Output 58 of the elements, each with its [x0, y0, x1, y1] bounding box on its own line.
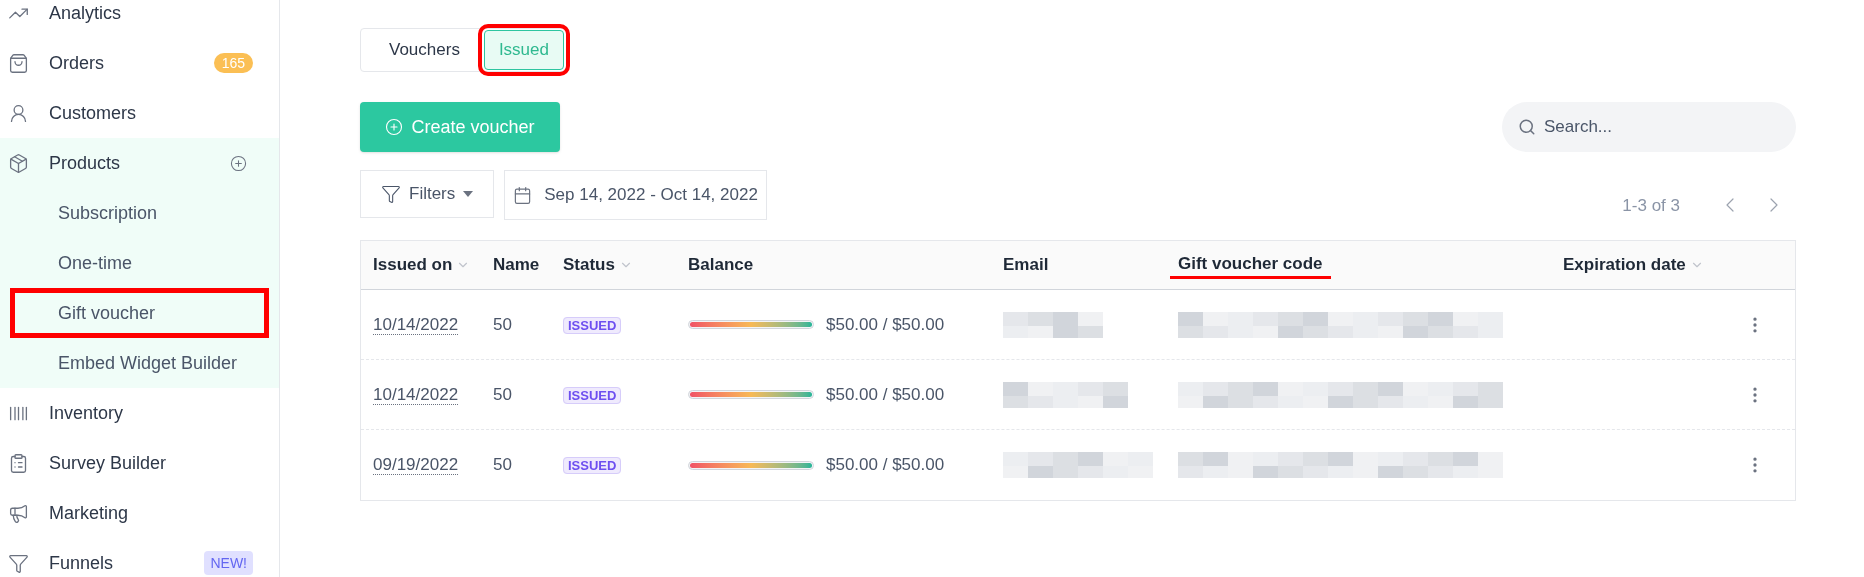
column-header: Name — [493, 254, 540, 277]
table-cell-text: $50.00 / $50.00 — [826, 313, 945, 336]
sidebar-item[interactable]: Survey Builder — [0, 438, 279, 488]
tab[interactable]: Vouchers — [375, 30, 474, 70]
sidebar-item[interactable]: Products — [0, 138, 279, 188]
table-cell: 10/14/2022 — [373, 384, 459, 405]
status-badge: ISSUED — [563, 316, 622, 334]
add-icon — [385, 118, 404, 136]
column-header: Gift voucher code — [1170, 250, 1331, 280]
sidebar-item[interactable]: Analytics — [0, 0, 279, 38]
sidebar-label: Marketing — [49, 501, 130, 525]
sidebar-item[interactable]: Customers — [0, 88, 279, 138]
column-header[interactable]: Status — [563, 252, 633, 278]
table-cell: 50 — [493, 314, 512, 334]
funnel-icon — [8, 552, 29, 574]
sidebar-label: Products — [49, 151, 122, 175]
bag-icon — [8, 52, 29, 74]
column-header: Email — [1003, 254, 1049, 277]
table-cell: 50 — [493, 384, 512, 404]
box-icon — [8, 152, 29, 174]
count-badge: 165 — [213, 53, 253, 73]
sidebar-subitem[interactable]: Embed Widget Builder — [10, 338, 269, 388]
sidebar-item[interactable]: Orders 165 — [0, 38, 279, 88]
status-badge: ISSUED — [563, 457, 622, 474]
caret-icon — [463, 191, 474, 197]
megaphone-icon — [8, 502, 29, 524]
sidebar-item[interactable]: Funnels NEW! — [0, 538, 279, 577]
sidebar-label: Customers — [49, 101, 138, 125]
form-icon — [8, 452, 29, 474]
table-cell-text: $50.00 / $50.00 — [826, 383, 945, 406]
filters-button[interactable]: Filters — [360, 170, 495, 218]
table-cell: 10/14/2022 — [373, 314, 459, 335]
column-header: Balance — [688, 254, 754, 277]
table-cell: 09/19/2022 — [373, 455, 459, 476]
pagination-text: 1-3 of 3 — [1622, 194, 1680, 217]
search-field[interactable]: Search... — [1502, 102, 1796, 152]
funnel-icon — [381, 184, 401, 204]
add-icon[interactable] — [230, 154, 247, 172]
sidebar-label: Inventory — [49, 401, 125, 425]
search-icon — [1518, 118, 1536, 136]
table-cell-text: $50.00 / $50.00 — [826, 454, 945, 477]
sidebar-item[interactable]: Marketing — [0, 488, 279, 538]
sidebar-label: Survey Builder — [49, 451, 168, 475]
sidebar-subitem[interactable]: One-time — [10, 238, 269, 288]
status-badge: ISSUED — [563, 386, 622, 404]
column-header[interactable]: Expiration date — [1563, 252, 1704, 278]
new-badge: NEW! — [204, 551, 253, 575]
table-cell: 50 — [493, 455, 512, 475]
sidebar-label: Orders — [49, 51, 105, 75]
sidebar-label: Analytics — [49, 1, 123, 25]
calendar-icon — [513, 185, 533, 205]
sidebar-subitem[interactable]: Subscription — [10, 188, 269, 238]
person-icon — [8, 102, 29, 124]
column-header[interactable]: Issued on — [373, 252, 471, 278]
sidebar-item[interactable]: Inventory — [0, 388, 279, 438]
sidebar-subitem[interactable]: Gift voucher — [10, 288, 269, 338]
sidebar-label: Funnels — [49, 551, 115, 575]
date-range-picker[interactable]: Sep 14, 2022 - Oct 14, 2022 — [504, 170, 767, 220]
